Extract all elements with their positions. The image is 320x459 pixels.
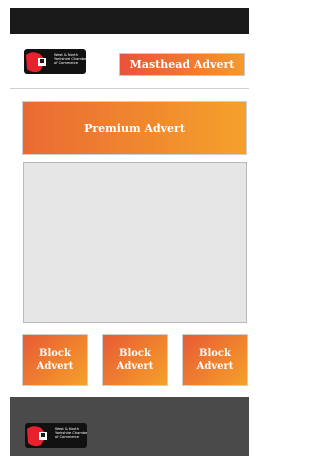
chamber-logo[interactable]: West & North Yorkshire Chamber of Commer…: [24, 49, 86, 74]
footer: West & North Yorkshire Chamber of Commer…: [10, 397, 249, 456]
footer-logo-mark-icon: [27, 426, 47, 447]
logo-line-3: of Commerce: [54, 61, 79, 66]
masthead-advert[interactable]: Masthead Advert: [119, 53, 245, 76]
header: West & North Yorkshire Chamber of Commer…: [10, 44, 249, 82]
premium-advert[interactable]: Premium Advert: [22, 101, 247, 155]
top-bar: [10, 8, 249, 34]
block-advert-3-line-1: Block: [199, 348, 231, 359]
footer-chamber-logo[interactable]: West & North Yorkshire Chamber of Commer…: [25, 423, 87, 448]
block-advert-3[interactable]: Block Advert: [182, 334, 248, 386]
block-advert-row: Block Advert Block Advert Block Advert: [22, 334, 248, 386]
page-frame: West & North Yorkshire Chamber of Commer…: [10, 8, 249, 456]
header-divider: [10, 88, 249, 89]
block-advert-2-line-1: Block: [119, 348, 151, 359]
block-advert-1[interactable]: Block Advert: [22, 334, 88, 386]
content-area: [23, 162, 247, 323]
block-advert-1-line-1: Block: [39, 348, 71, 359]
footer-logo-line-3: of Commerce: [55, 435, 80, 440]
logo-mark-icon: [26, 52, 46, 73]
logo-text: West & North Yorkshire Chamber of Commer…: [54, 53, 86, 66]
block-advert-3-line-2: Advert: [196, 361, 234, 372]
block-advert-2-line-2: Advert: [116, 361, 154, 372]
block-advert-1-line-2: Advert: [36, 361, 74, 372]
footer-logo-text: West & North Yorkshire Chamber of Commer…: [55, 427, 87, 440]
block-advert-2[interactable]: Block Advert: [102, 334, 168, 386]
